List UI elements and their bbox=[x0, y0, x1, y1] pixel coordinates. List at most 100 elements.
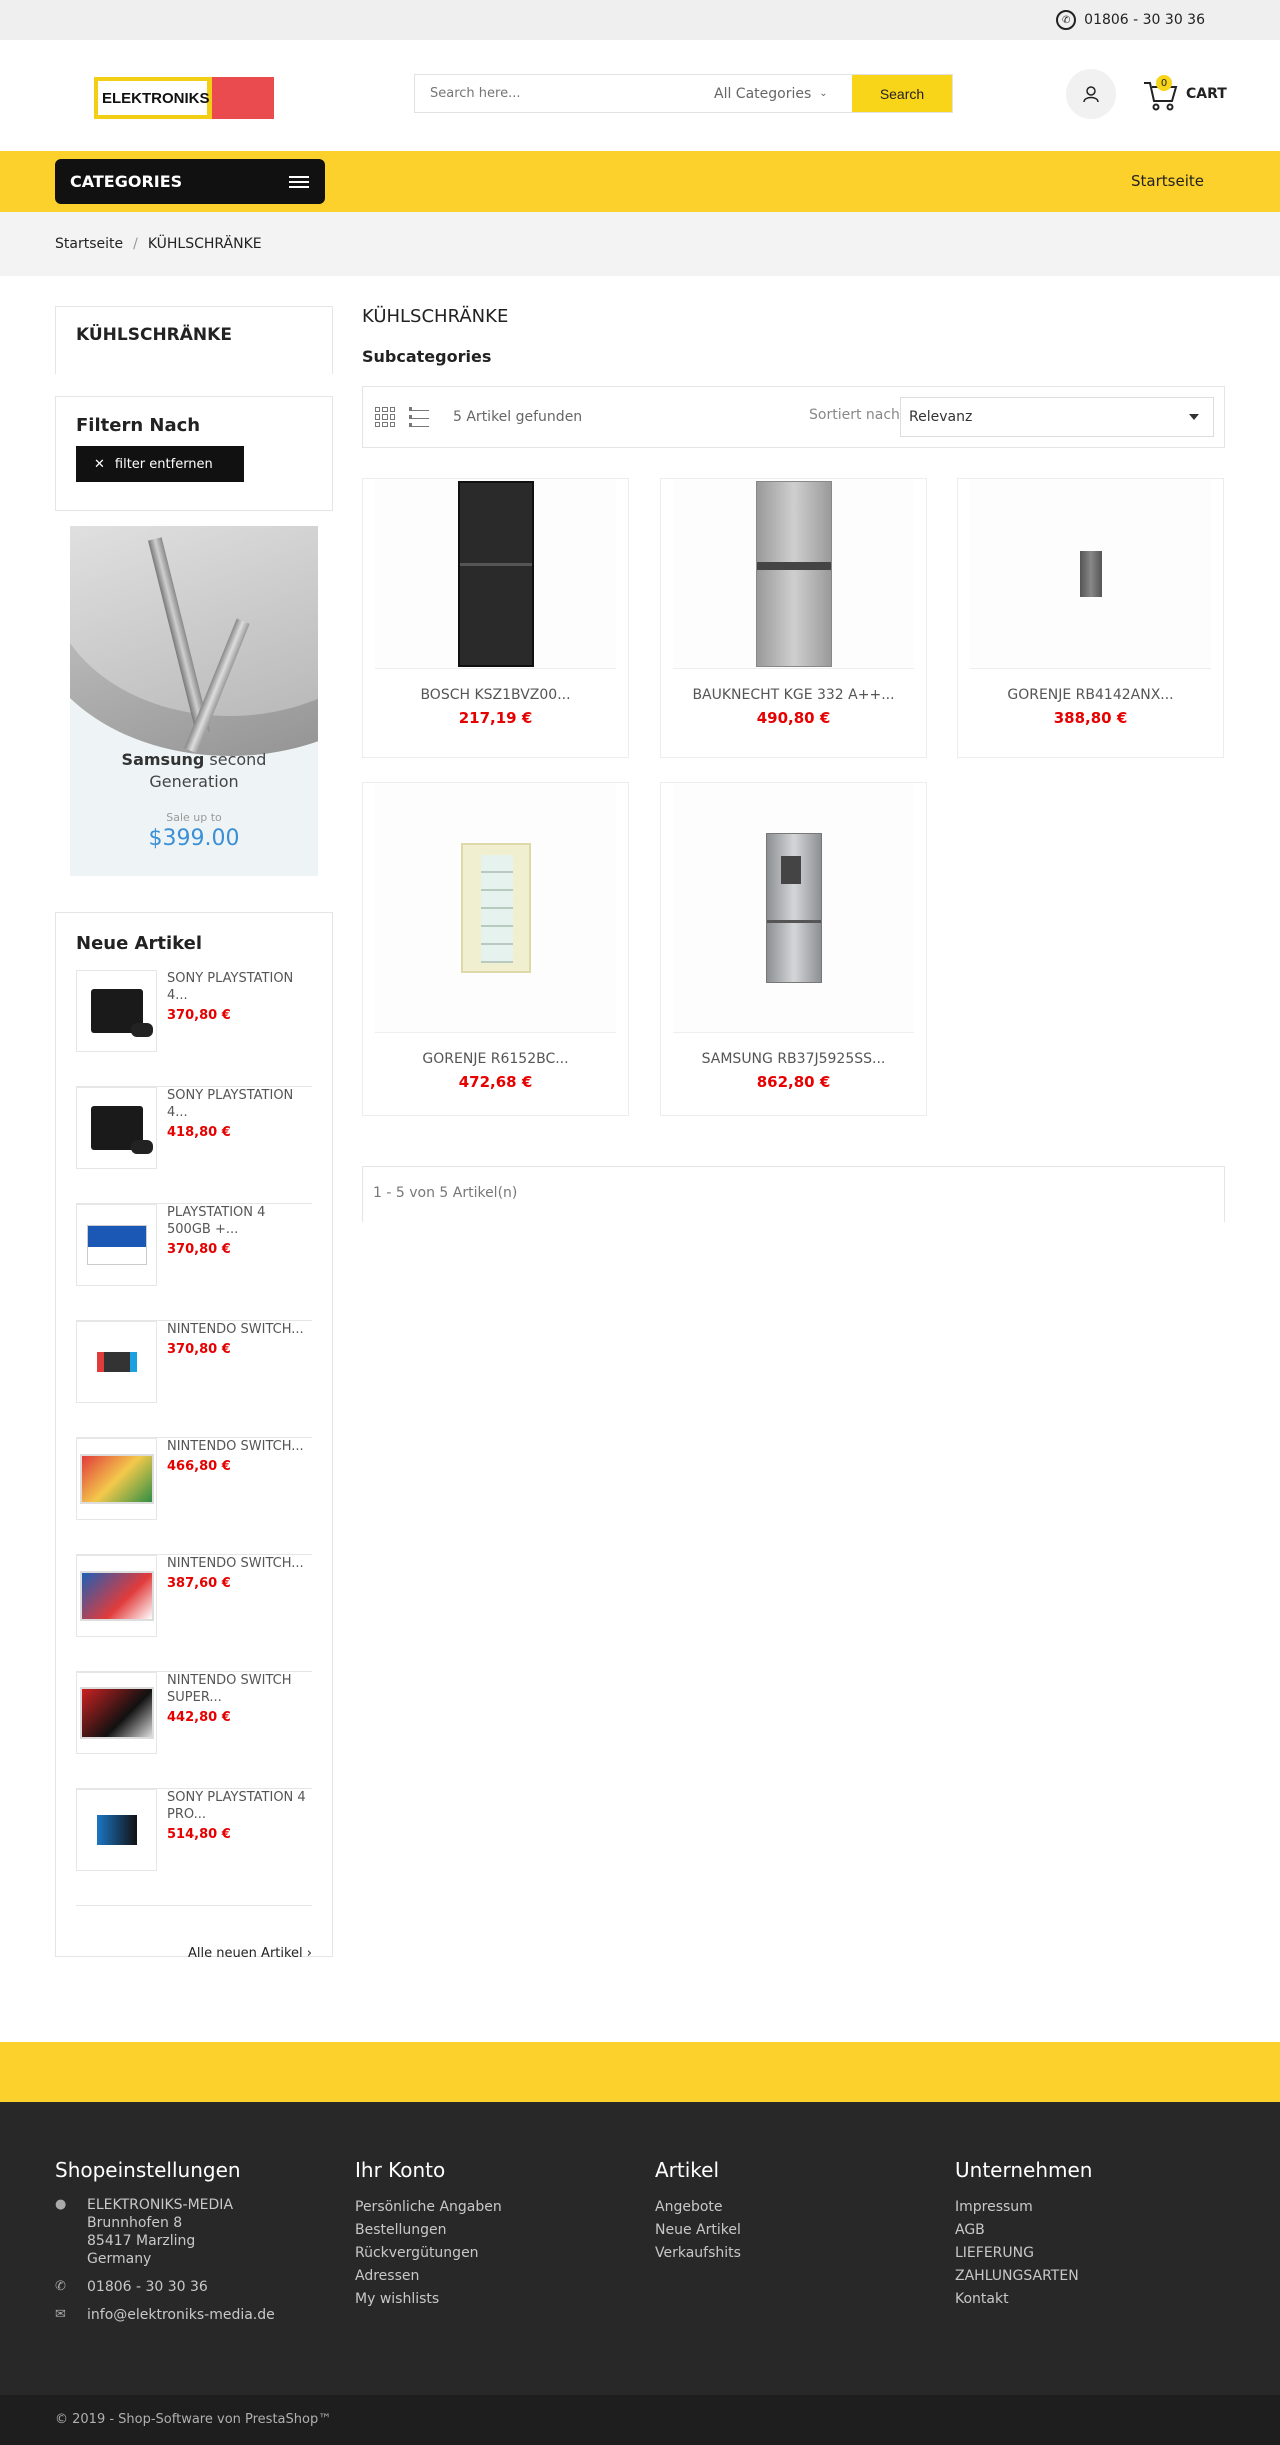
nav-home-link[interactable]: Startseite bbox=[1131, 172, 1204, 190]
search-button[interactable]: Search bbox=[852, 75, 952, 112]
fridge-image bbox=[755, 480, 832, 667]
new-product-item[interactable]: NINTENDO SWITCH... 466,80 € bbox=[76, 1438, 312, 1555]
footer-link[interactable]: Angebote bbox=[655, 2196, 935, 2219]
footer-link[interactable]: Rückvergütungen bbox=[355, 2242, 635, 2265]
filter-remove-button[interactable]: ✕ filter entfernen bbox=[76, 446, 244, 482]
footer-link[interactable]: Persönliche Angaben bbox=[355, 2196, 635, 2219]
footer-link[interactable]: ZAHLUNGSARTEN bbox=[955, 2265, 1235, 2288]
product-image[interactable] bbox=[375, 783, 616, 1033]
footer-phone: ✆ 01806 - 30 30 36 bbox=[55, 2278, 335, 2296]
banner-line2: Generation bbox=[149, 772, 239, 791]
search-input[interactable] bbox=[415, 75, 702, 112]
footer-link[interactable]: Adressen bbox=[355, 2265, 635, 2288]
account-button[interactable] bbox=[1066, 69, 1116, 119]
new-product-name[interactable]: NINTENDO SWITCH... bbox=[167, 1555, 304, 1572]
new-product-item[interactable]: SONY PLAYSTATION 4... 418,80 € bbox=[76, 1087, 312, 1204]
new-products-title: Neue Artikel bbox=[76, 933, 203, 954]
product-name[interactable]: GORENJE RB4142ANX... bbox=[958, 687, 1223, 703]
new-product-item[interactable]: NINTENDO SWITCH... 387,60 € bbox=[76, 1555, 312, 1672]
product-card[interactable]: BOSCH KSZ1BVZ00... 217,19 € bbox=[362, 478, 629, 758]
footer-col-title: Ihr Konto bbox=[355, 2158, 446, 2182]
product-name[interactable]: GORENJE R6152BC... bbox=[363, 1051, 628, 1067]
switch-box-icon[interactable] bbox=[76, 1672, 157, 1754]
new-product-item[interactable]: SONY PLAYSTATION 4... 370,80 € bbox=[76, 970, 312, 1087]
footer-link[interactable]: Neue Artikel bbox=[655, 2219, 935, 2242]
header-phone[interactable]: ✆ 01806 - 30 30 36 bbox=[1056, 10, 1205, 30]
footer-link[interactable]: Impressum bbox=[955, 2196, 1235, 2219]
footer-company: ELEKTRONIKS-MEDIA bbox=[87, 2197, 234, 2213]
product-name[interactable]: BAUKNECHT KGE 332 A++... bbox=[661, 687, 926, 703]
top-bar: ✆ 01806 - 30 30 36 bbox=[0, 0, 1280, 40]
ps4-icon[interactable] bbox=[76, 970, 157, 1052]
new-product-name[interactable]: SONY PLAYSTATION 4 PRO... bbox=[167, 1789, 312, 1823]
new-product-name[interactable]: SONY PLAYSTATION 4... bbox=[167, 970, 312, 1004]
product-price: 490,80 € bbox=[756, 709, 831, 727]
product-image[interactable] bbox=[673, 479, 914, 669]
pagination-summary: 1 - 5 von 5 Artikel(n) bbox=[362, 1166, 1225, 1222]
sidebar-category-title[interactable]: KÜHLSCHRÄNKE bbox=[55, 306, 333, 374]
sort-select[interactable]: Relevanz bbox=[900, 397, 1214, 437]
new-product-name[interactable]: NINTENDO SWITCH SUPER... bbox=[167, 1672, 312, 1706]
product-image[interactable] bbox=[970, 479, 1211, 669]
list-view-icon[interactable] bbox=[409, 407, 429, 427]
banner-line1: second bbox=[209, 750, 267, 769]
categories-menu-button[interactable]: CATEGORIES bbox=[55, 159, 325, 204]
ps4-icon[interactable] bbox=[76, 1087, 157, 1169]
all-new-products-link[interactable]: Alle neuen Artikel › bbox=[76, 1946, 312, 1961]
new-product-name[interactable]: NINTENDO SWITCH... bbox=[167, 1321, 304, 1338]
new-product-price: 442,80 € bbox=[167, 1710, 231, 1725]
ps4-box-icon[interactable] bbox=[76, 1204, 157, 1286]
chevron-down-icon: ⌄ bbox=[819, 88, 828, 99]
new-product-item[interactable]: PLAYSTATION 4 500GB +... 370,80 € bbox=[76, 1204, 312, 1321]
site-logo[interactable]: ELEKTRONIKS bbox=[94, 77, 274, 119]
breadcrumb-home[interactable]: Startseite bbox=[55, 236, 123, 252]
new-product-name[interactable]: SONY PLAYSTATION 4... bbox=[167, 1087, 312, 1121]
new-product-name[interactable]: PLAYSTATION 4 500GB +... bbox=[167, 1204, 312, 1238]
new-product-item[interactable]: SONY PLAYSTATION 4 PRO... 514,80 € bbox=[76, 1789, 312, 1906]
footer-col-shop: Shopeinstellungen ● ELEKTRONIKS-MEDIA Br… bbox=[55, 2158, 335, 2334]
footer-link[interactable]: My wishlists bbox=[355, 2288, 635, 2311]
product-image[interactable] bbox=[673, 783, 914, 1033]
main-nav: CATEGORIES Startseite bbox=[0, 151, 1280, 212]
search-category-select[interactable]: All Categories ⌄ bbox=[702, 75, 852, 112]
product-card[interactable]: BAUKNECHT KGE 332 A++... 490,80 € bbox=[660, 478, 927, 758]
new-product-name[interactable]: NINTENDO SWITCH... bbox=[167, 1438, 304, 1455]
header-phone-number: 01806 - 30 30 36 bbox=[1084, 12, 1205, 28]
new-product-price: 370,80 € bbox=[167, 1242, 231, 1257]
new-product-item[interactable]: NINTENDO SWITCH SUPER... 442,80 € bbox=[76, 1672, 312, 1789]
footer-phone-number[interactable]: 01806 - 30 30 36 bbox=[87, 2278, 208, 2296]
filter-title: Filtern Nach bbox=[76, 415, 201, 436]
footer-link[interactable]: AGB bbox=[955, 2219, 1235, 2242]
footer-link[interactable]: Kontakt bbox=[955, 2288, 1235, 2311]
fridge-image bbox=[765, 832, 822, 983]
footer-link[interactable]: Verkaufshits bbox=[655, 2242, 935, 2265]
grid-view-icon[interactable] bbox=[375, 407, 395, 427]
footer-col-title: Shopeinstellungen bbox=[55, 2158, 241, 2182]
search-category-label: All Categories bbox=[714, 85, 812, 102]
product-card[interactable]: SAMSUNG RB37J5925SS... 862,80 € bbox=[660, 782, 927, 1116]
footer-email-address[interactable]: info@elektroniks-media.de bbox=[87, 2306, 275, 2324]
product-name[interactable]: BOSCH KSZ1BVZ00... bbox=[363, 687, 628, 703]
promo-banner[interactable]: Samsung second Generation Sale up to $39… bbox=[70, 526, 318, 876]
footer-link[interactable]: Bestellungen bbox=[355, 2219, 635, 2242]
product-card[interactable]: GORENJE R6152BC... 472,68 € bbox=[362, 782, 629, 1116]
logo-red-block bbox=[212, 77, 274, 119]
switch-box-icon[interactable] bbox=[76, 1438, 157, 1520]
switch-icon[interactable] bbox=[76, 1321, 157, 1403]
product-name[interactable]: SAMSUNG RB37J5925SS... bbox=[661, 1051, 926, 1067]
copyright: © 2019 - Shop-Software von PrestaShop™ bbox=[0, 2395, 1280, 2445]
close-icon: ✕ bbox=[94, 456, 105, 472]
new-product-item[interactable]: NINTENDO SWITCH... 370,80 € bbox=[76, 1321, 312, 1438]
footer-email: ✉ info@elektroniks-media.de bbox=[55, 2306, 335, 2324]
product-image[interactable] bbox=[375, 479, 616, 669]
ps4-pro-icon[interactable] bbox=[76, 1789, 157, 1871]
cart-button[interactable]: 0 CART bbox=[1142, 74, 1227, 114]
product-card[interactable]: GORENJE RB4142ANX... 388,80 € bbox=[957, 478, 1224, 758]
switch-box-icon[interactable] bbox=[76, 1555, 157, 1637]
footer-link[interactable]: LIEFERUNG bbox=[955, 2242, 1235, 2265]
footer-street: Brunnhofen 8 bbox=[87, 2215, 183, 2231]
new-product-price: 387,60 € bbox=[167, 1576, 231, 1591]
new-product-price: 418,80 € bbox=[167, 1125, 231, 1140]
footer-country: Germany bbox=[87, 2251, 152, 2267]
new-product-price: 370,80 € bbox=[167, 1008, 231, 1023]
